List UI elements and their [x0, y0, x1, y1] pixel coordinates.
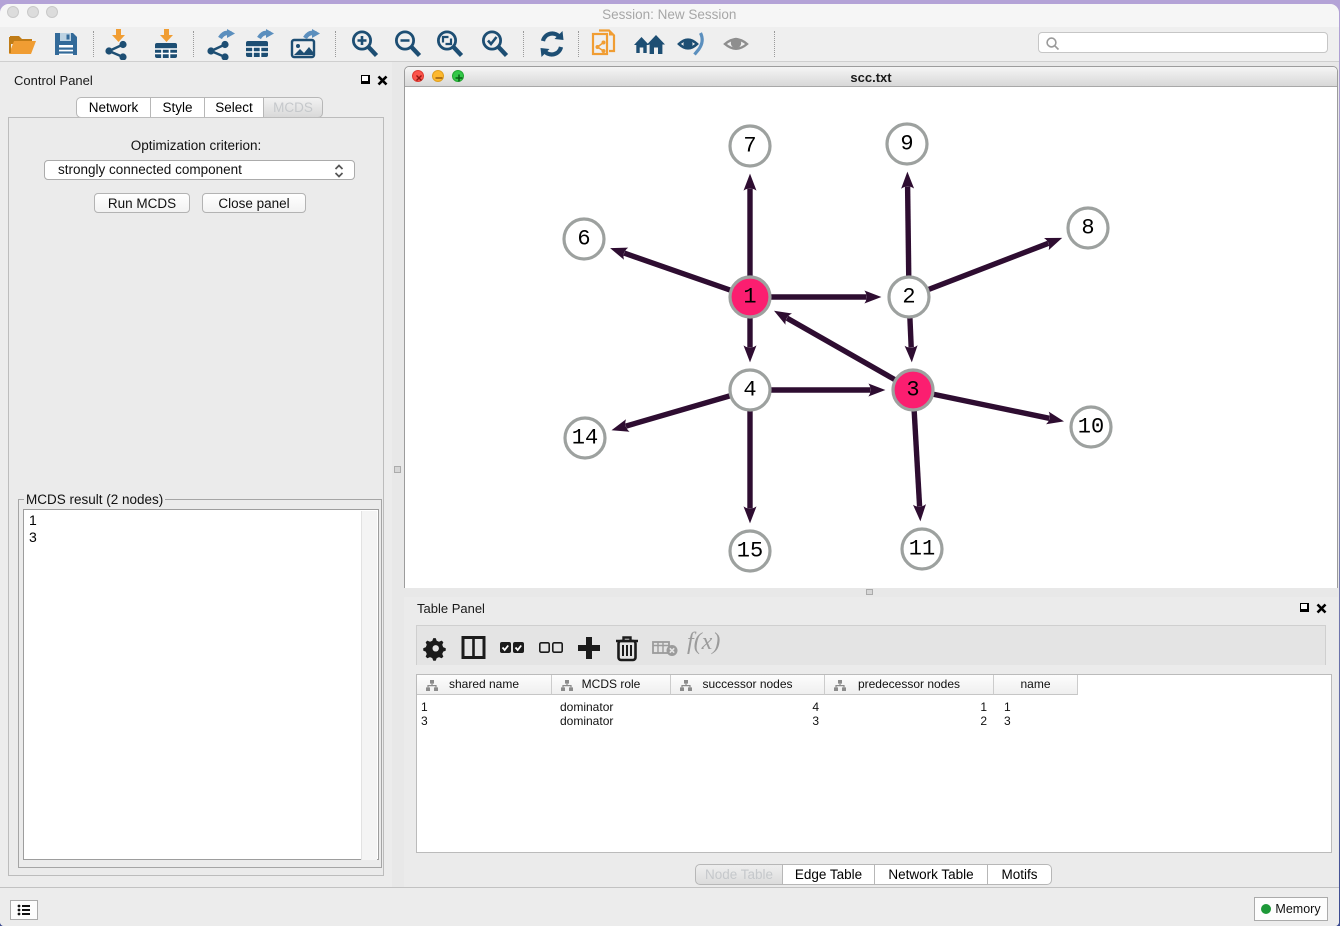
svg-text:15: 15	[737, 539, 763, 564]
svg-text:1: 1	[743, 285, 756, 310]
svg-text:8: 8	[1081, 216, 1094, 241]
svg-text:14: 14	[572, 426, 598, 451]
svg-text:2: 2	[902, 285, 915, 310]
svg-text:3: 3	[906, 378, 919, 403]
svg-text:9: 9	[900, 132, 913, 157]
svg-text:10: 10	[1078, 415, 1104, 440]
svg-text:4: 4	[743, 378, 756, 403]
svg-text:11: 11	[909, 537, 935, 562]
svg-text:7: 7	[743, 134, 756, 159]
svg-text:6: 6	[577, 227, 590, 252]
